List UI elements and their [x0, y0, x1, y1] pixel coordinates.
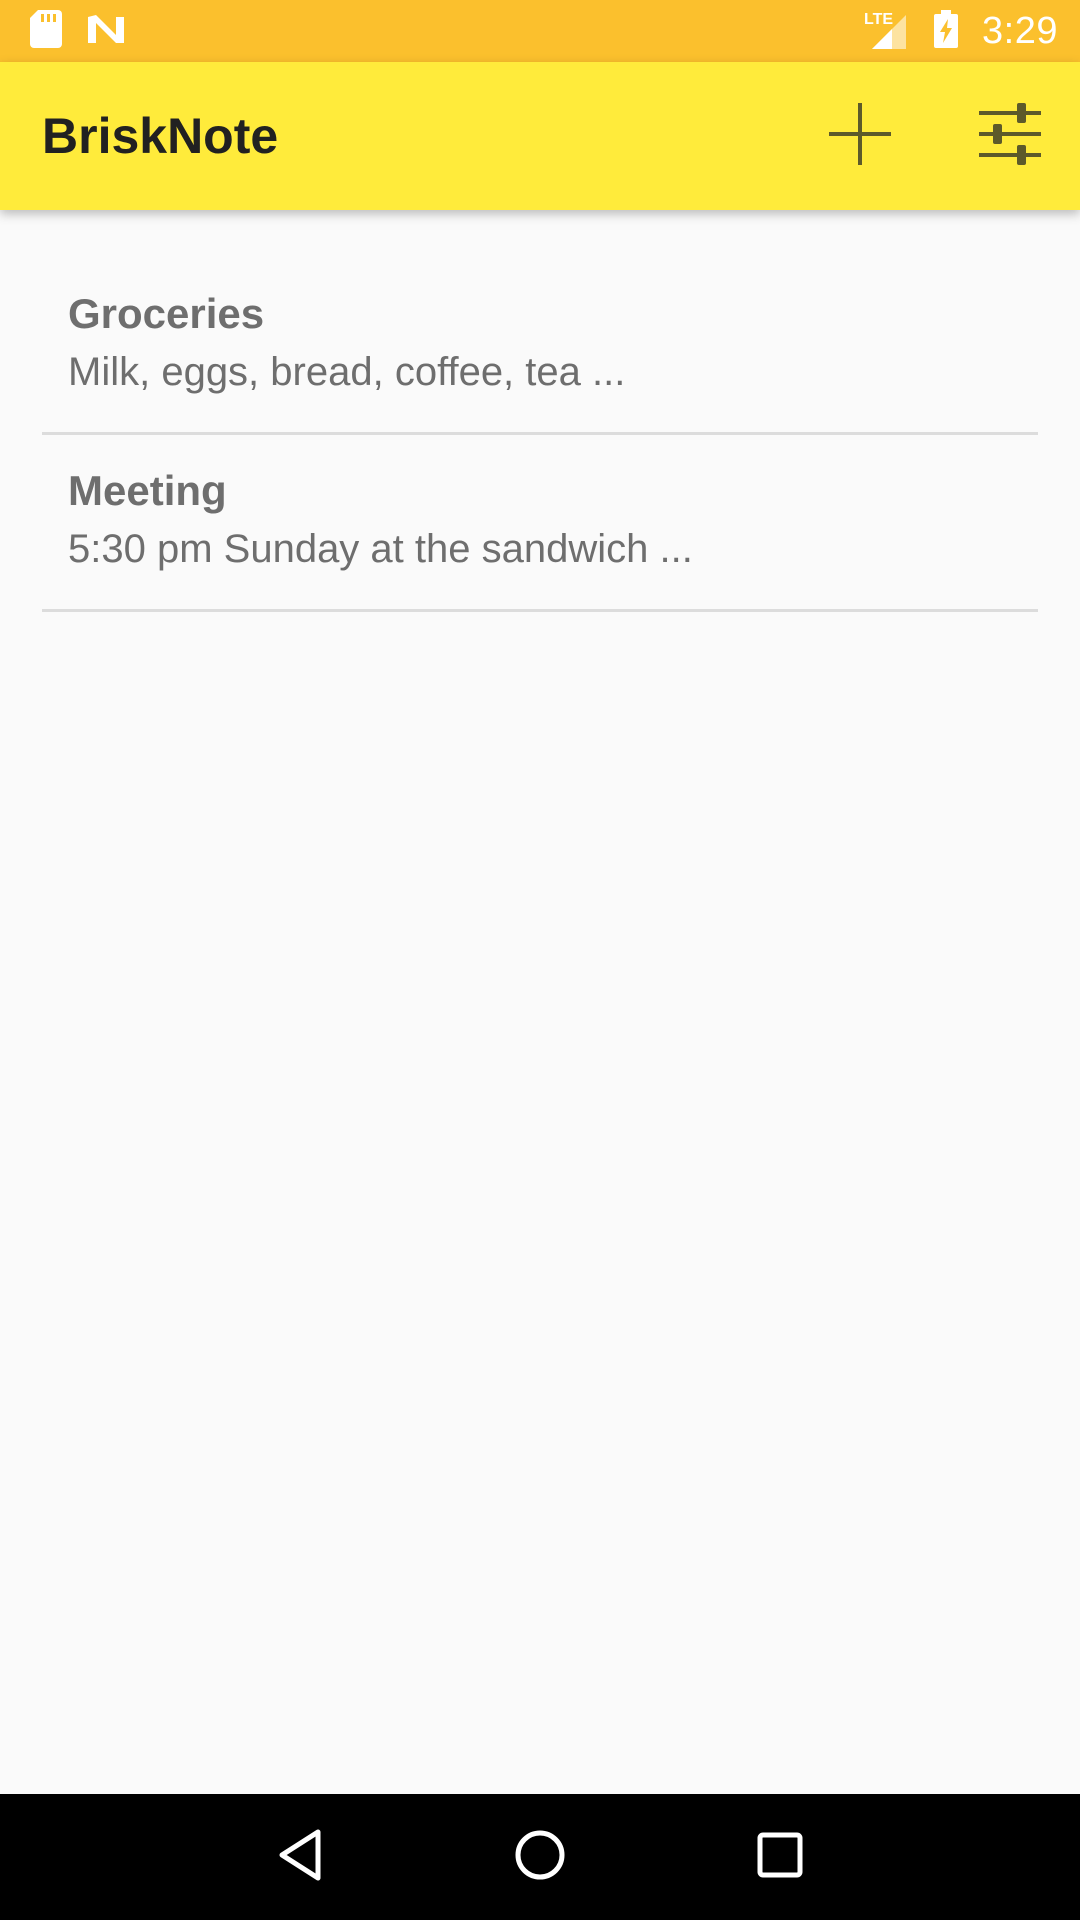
- note-title: Groceries: [68, 290, 265, 337]
- note-title: Meeting: [68, 467, 227, 514]
- back-button[interactable]: [252, 1809, 348, 1905]
- note-preview: 5:30 pm Sunday at the sandwich ...: [68, 527, 693, 571]
- status-time: 3:29: [982, 9, 1058, 52]
- home-icon: [513, 1828, 567, 1887]
- nav-bar: [0, 1794, 1080, 1920]
- screen: LTE 3:29 BriskNote Groceries Milk, eggs,…: [0, 0, 1080, 1920]
- app-actions: [820, 96, 1050, 176]
- recents-button[interactable]: [732, 1809, 828, 1905]
- status-bar: LTE 3:29: [0, 0, 1080, 62]
- home-button[interactable]: [492, 1809, 588, 1905]
- battery-charging-icon: [934, 9, 959, 53]
- app-bar: BriskNote: [0, 62, 1080, 210]
- status-left: [30, 9, 126, 53]
- network-label: LTE: [864, 11, 894, 28]
- plus-icon: [827, 101, 893, 172]
- sliders-icon: [977, 101, 1043, 172]
- app-title: BriskNote: [42, 108, 279, 164]
- sd-card-icon: [30, 9, 62, 53]
- note-item[interactable]: Meeting 5:30 pm Sunday at the sandwich .…: [42, 435, 1038, 612]
- settings-button[interactable]: [970, 96, 1050, 176]
- note-list: Groceries Milk, eggs, bread, coffee, tea…: [42, 258, 1038, 612]
- note-item[interactable]: Groceries Milk, eggs, bread, coffee, tea…: [42, 258, 1038, 435]
- note-preview: Milk, eggs, bread, coffee, tea ...: [68, 350, 626, 394]
- back-icon: [276, 1828, 324, 1887]
- add-note-button[interactable]: [820, 96, 900, 176]
- status-right: LTE 3:29: [864, 9, 1058, 53]
- notification-n-icon: [86, 13, 126, 50]
- recents-icon: [755, 1830, 805, 1885]
- lte-signal-icon: LTE: [864, 11, 910, 51]
